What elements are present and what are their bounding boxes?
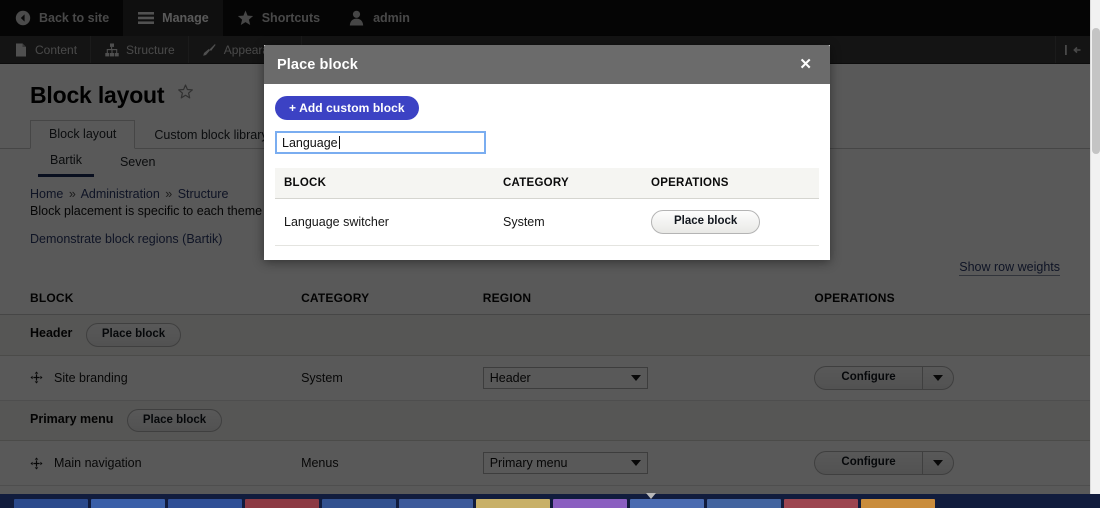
screen-root: Back to site Manage Sh (0, 0, 1100, 508)
taskbar-item[interactable] (245, 499, 319, 508)
add-custom-block-button[interactable]: + Add custom block (275, 96, 419, 120)
taskbar-item[interactable] (553, 499, 627, 508)
taskbar-item[interactable] (399, 499, 473, 508)
taskbar-item[interactable] (168, 499, 242, 508)
dialog-block-table: BLOCK CATEGORY OPERATIONS Language switc… (275, 168, 819, 246)
close-icon[interactable]: ✕ (795, 54, 816, 75)
taskbar-pointer-icon (646, 493, 656, 499)
text-caret (339, 136, 340, 149)
taskbar-item[interactable] (630, 499, 704, 508)
dialog-body: + Add custom block Language BLOCK CATEGO… (264, 84, 830, 260)
dlg-cell-category: System (503, 199, 651, 246)
dlg-th-category: CATEGORY (503, 168, 651, 199)
taskbar-item[interactable] (91, 499, 165, 508)
dlg-th-block: BLOCK (275, 168, 503, 199)
scrollbar-thumb[interactable] (1092, 28, 1100, 154)
taskbar-item[interactable] (784, 499, 858, 508)
dlg-th-operations: OPERATIONS (651, 168, 819, 199)
dialog-table-row: Language switcher System Place block (275, 199, 819, 246)
dialog-title: Place block (277, 57, 358, 73)
taskbar-item[interactable] (861, 499, 935, 508)
place-block-dialog: Place block ✕ + Add custom block Languag… (264, 45, 830, 260)
taskbar-item[interactable] (14, 499, 88, 508)
os-taskbar[interactable] (0, 494, 1100, 508)
dlg-cell-operations: Place block (651, 199, 819, 246)
vertical-scrollbar[interactable] (1090, 0, 1100, 494)
taskbar-item[interactable] (476, 499, 550, 508)
dlg-cell-block: Language switcher (275, 199, 503, 246)
block-filter-input[interactable]: Language (275, 131, 486, 154)
dialog-header: Place block ✕ (264, 45, 830, 84)
place-block-button[interactable]: Place block (651, 210, 760, 234)
taskbar-item[interactable] (707, 499, 781, 508)
dialog-table-header-row: BLOCK CATEGORY OPERATIONS (275, 168, 819, 199)
block-filter-value: Language (282, 136, 338, 150)
taskbar-item[interactable] (322, 499, 396, 508)
